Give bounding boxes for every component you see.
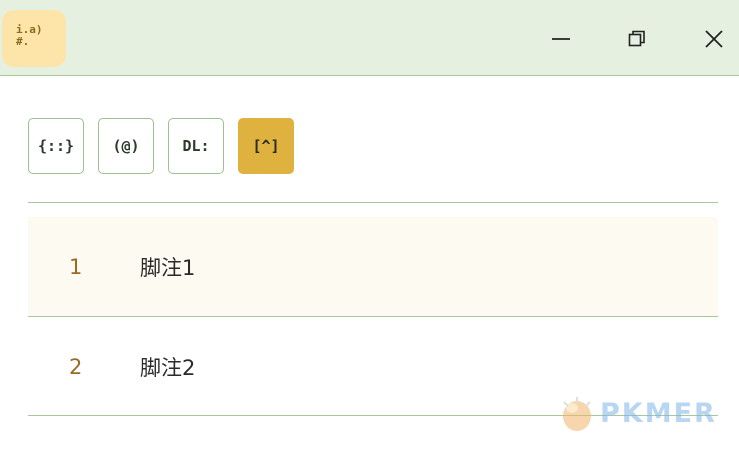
app-logo-line-2: #. — [16, 35, 30, 48]
attribute-syntax-button[interactable]: {::} — [28, 118, 84, 174]
footnote-button[interactable]: [^] — [238, 118, 294, 174]
app-logo-icon: i.a) #. — [2, 10, 66, 67]
divider — [28, 202, 718, 203]
title-bar: i.a) #. — [0, 0, 739, 76]
close-button[interactable] — [697, 22, 731, 56]
minimize-button[interactable] — [544, 22, 578, 56]
restore-icon — [628, 30, 645, 47]
footnote-text: 脚注2 — [140, 355, 196, 380]
restore-button[interactable] — [620, 22, 654, 56]
watermark: PKMER — [558, 393, 717, 433]
footnote-text: 脚注1 — [140, 255, 196, 280]
footnote-number: 2 — [69, 354, 83, 379]
pkmer-logo-icon — [558, 394, 596, 432]
close-icon — [705, 30, 723, 48]
footnote-row[interactable]: 1 脚注1 — [28, 217, 718, 316]
minimize-icon — [552, 38, 570, 40]
footnote-number: 1 — [69, 254, 83, 279]
example-list-button[interactable]: (@) — [98, 118, 154, 174]
watermark-text: PKMER — [600, 397, 717, 429]
definition-list-button[interactable]: DL: — [168, 118, 224, 174]
